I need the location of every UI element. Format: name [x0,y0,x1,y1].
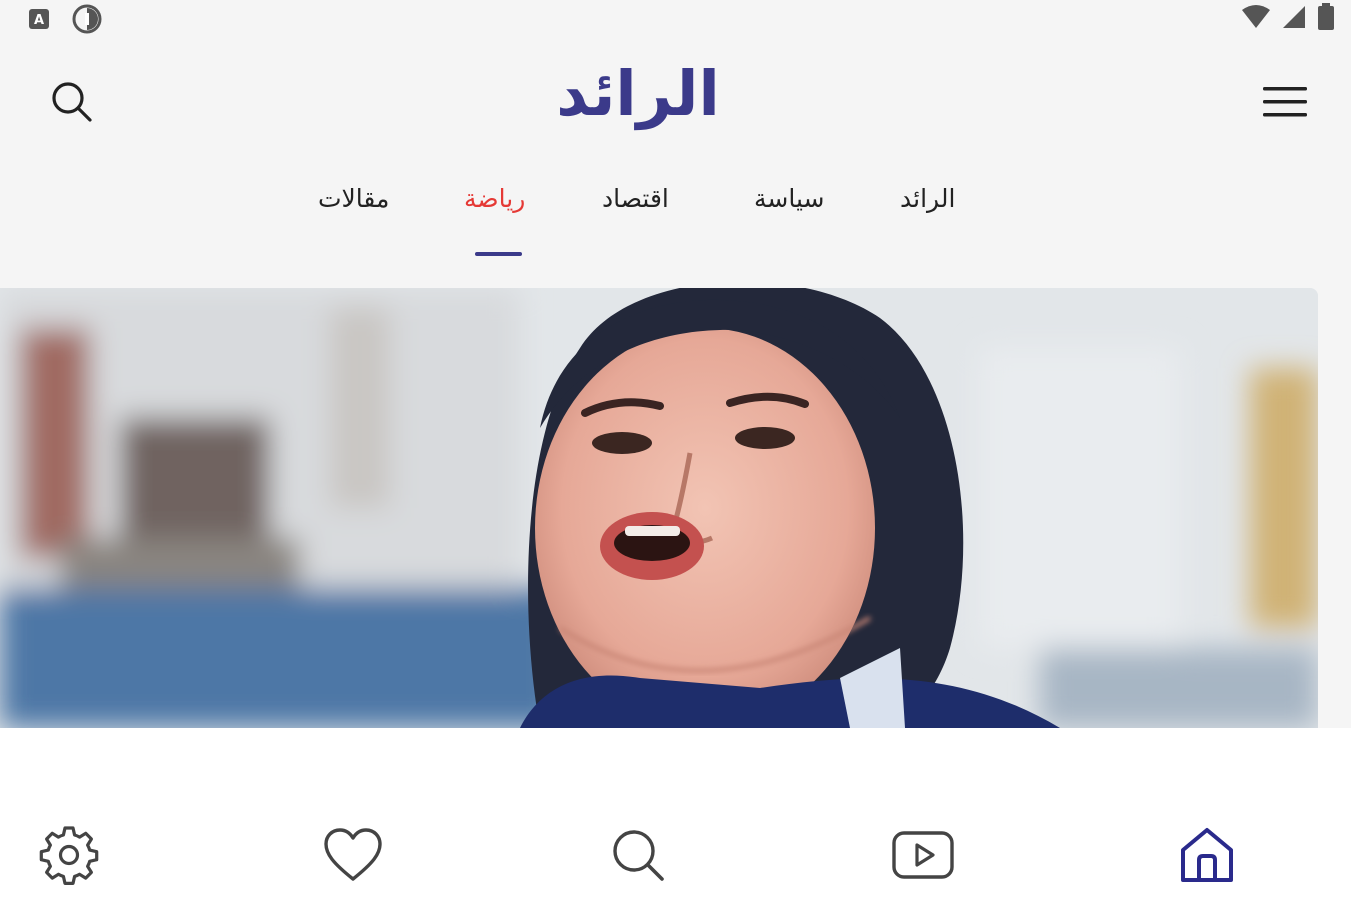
app-screen: A الرائد الرائد سياسة اقتصاد رياضة مقالا… [0,0,1351,900]
svg-text:A: A [34,13,44,28]
nav-favorites[interactable] [318,822,388,892]
menu-button[interactable] [1257,76,1313,132]
nav-home[interactable] [1172,822,1242,892]
bottom-navigation [0,800,1351,900]
hamburger-menu-icon [1262,85,1308,123]
tab-politics[interactable]: سياسة [754,184,824,224]
gear-icon [38,824,100,890]
tab-economy[interactable]: اقتصاد [602,184,669,224]
search-icon [50,80,94,128]
data-saver-icon [72,4,102,38]
nav-videos[interactable] [888,822,958,892]
status-left: A [28,4,102,38]
tab-sports[interactable]: رياضة [464,184,525,224]
hero-image-graphic [0,288,1318,728]
content-area [0,728,1351,808]
notification-a-icon: A [28,8,50,34]
tab-alraed[interactable]: الرائد [900,184,955,224]
nav-search[interactable] [603,822,673,892]
active-tab-indicator [475,252,522,256]
video-play-icon [892,831,954,883]
app-logo: الرائد [548,48,728,140]
logo-text: الرائد [556,57,721,130]
nav-settings[interactable] [34,822,104,892]
home-icon [1179,826,1235,888]
search-icon [610,827,666,887]
cell-signal-icon [1281,4,1307,34]
status-bar: A [0,0,1351,34]
battery-icon [1317,3,1335,35]
status-right [1241,3,1335,35]
hero-article-image[interactable] [0,288,1318,728]
header-search-button[interactable] [44,76,100,132]
heart-icon [323,827,383,887]
app-bar: الرائد [0,40,1351,160]
tab-articles[interactable]: مقالات [318,184,389,224]
wifi-icon [1241,4,1271,34]
category-tabs: الرائد سياسة اقتصاد رياضة مقالات [0,170,1351,260]
